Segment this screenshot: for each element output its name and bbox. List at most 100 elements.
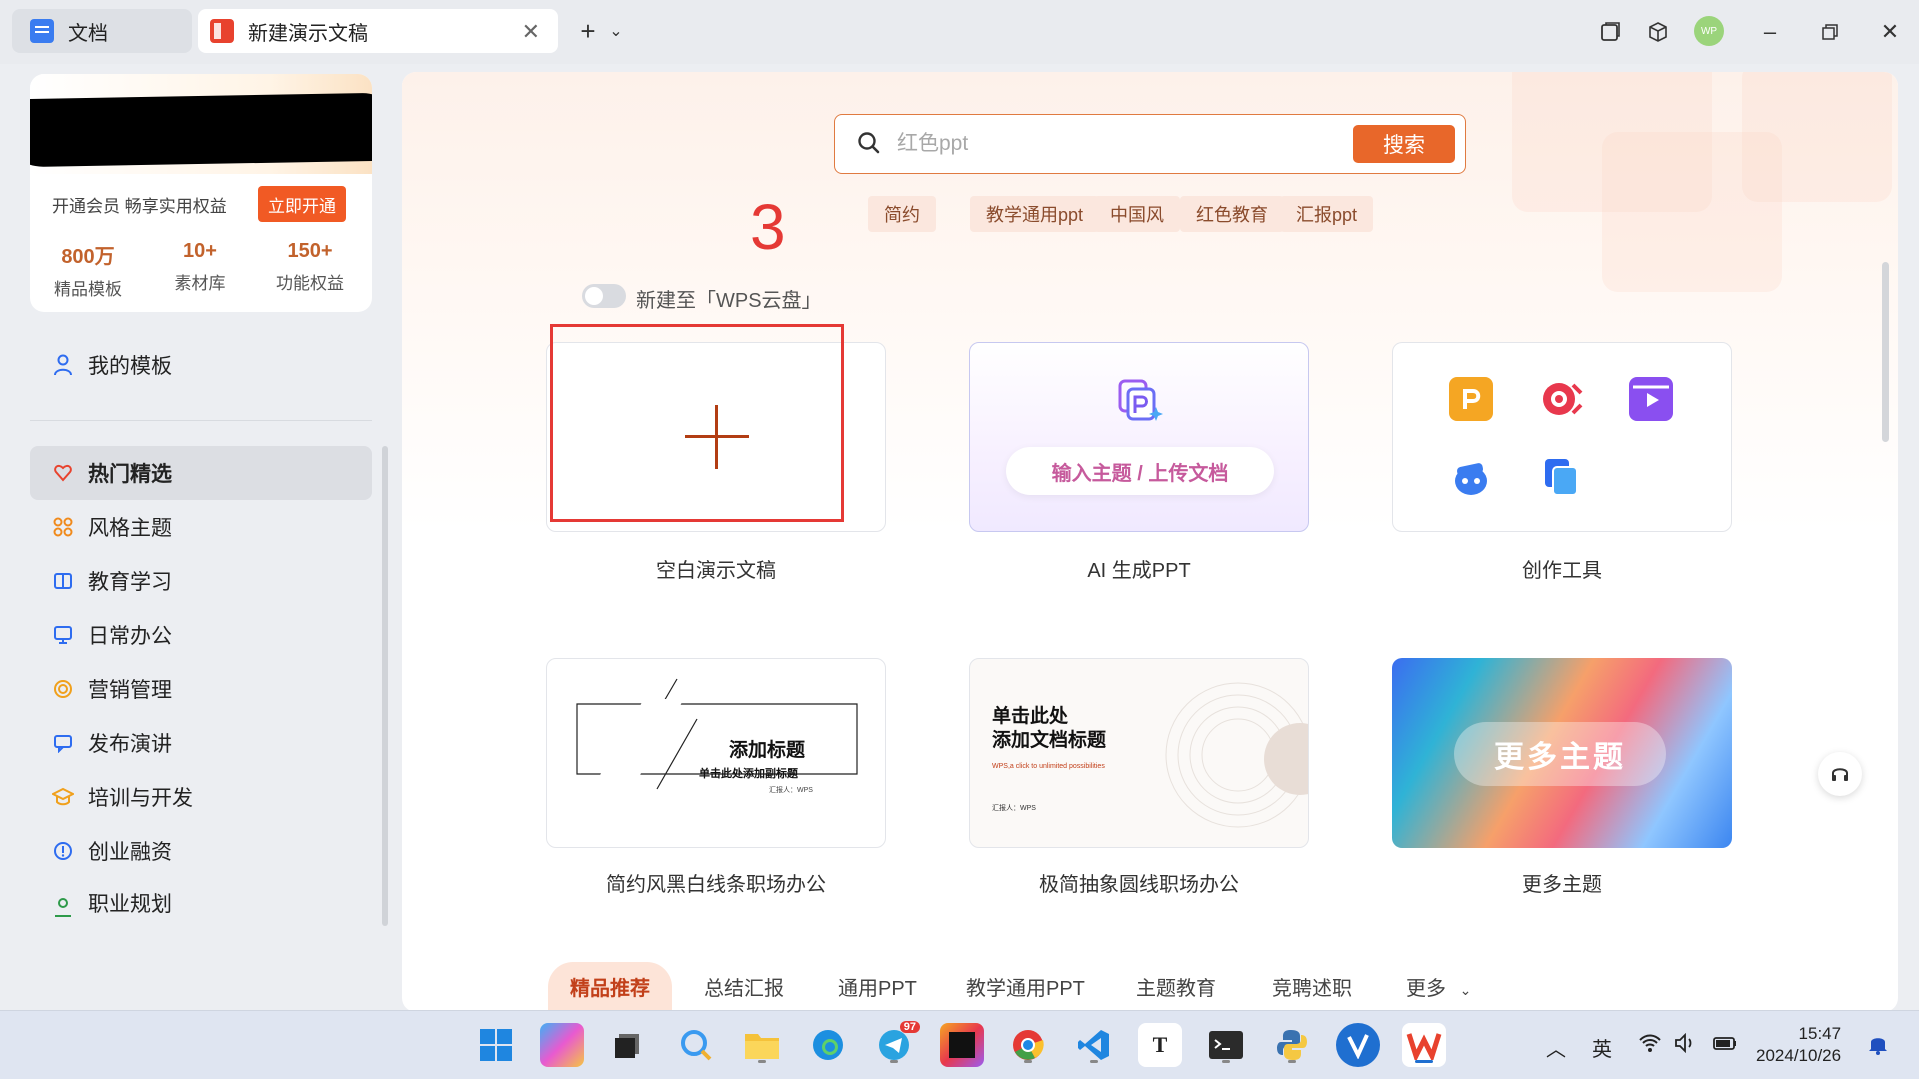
stat-number: 800万 xyxy=(61,246,115,268)
jetbrains-icon[interactable] xyxy=(940,1023,984,1067)
creation-tools-card[interactable] xyxy=(1392,342,1732,532)
windows-start-icon[interactable] xyxy=(474,1023,518,1067)
task-view-icon[interactable] xyxy=(606,1023,650,1067)
ai-ppt-icon xyxy=(1116,377,1164,425)
ime-indicator[interactable]: 英 xyxy=(1592,1033,1612,1062)
running-indicator xyxy=(890,1060,898,1063)
cloud-save-toggle[interactable] xyxy=(582,284,626,308)
heart-icon xyxy=(52,462,74,484)
stat-templates[interactable]: 800万 精品模板 xyxy=(38,240,138,300)
sidebar-item-hot[interactable]: 热门精选 xyxy=(30,446,372,500)
sidebar-item-career[interactable]: 职业规划 xyxy=(30,878,372,918)
tab-theme-education[interactable]: 主题教育 xyxy=(1136,972,1216,1001)
search-tag[interactable]: 红色教育 xyxy=(1180,196,1284,232)
template-tagline: WPS,a click to unlimited possibilities xyxy=(992,763,1105,770)
notification-badge: 97 xyxy=(899,1021,920,1033)
restore-icon[interactable] xyxy=(1814,16,1846,48)
cube-icon[interactable] xyxy=(1642,16,1674,48)
tab-job-report[interactable]: 竞聘述职 xyxy=(1272,972,1352,1001)
tab-more[interactable]: 更多 ⌄ xyxy=(1406,972,1471,1001)
redacted-user-info xyxy=(30,92,372,168)
copy-icon xyxy=(1539,455,1583,499)
my-templates-link[interactable]: 我的模板 xyxy=(52,350,172,380)
book-icon xyxy=(52,570,74,592)
python-icon[interactable] xyxy=(1270,1023,1314,1067)
sidebar-item-education[interactable]: 教育学习 xyxy=(30,554,372,608)
sidebar-item-style[interactable]: 风格主题 xyxy=(30,500,372,554)
member-promo-text: 开通会员 畅享实用权益 xyxy=(52,197,227,216)
template-card[interactable]: 添加标题 单击此处添加副标题 汇报人：WPS xyxy=(546,658,886,848)
file-explorer-icon[interactable] xyxy=(740,1023,784,1067)
more-themes-pill: 更多主题 xyxy=(1454,722,1666,786)
card-label: 简约风黑白线条职场办公 xyxy=(606,874,826,896)
tab-summary[interactable]: 总结汇报 xyxy=(704,972,784,1001)
card-label: 空白演示文稿 xyxy=(656,560,776,582)
more-themes-card[interactable]: 更多主题 xyxy=(1392,658,1732,848)
sidebar-item-speech[interactable]: 发布演讲 xyxy=(30,716,372,770)
stat-features[interactable]: 150+ 功能权益 xyxy=(260,240,360,294)
ai-generate-card[interactable]: 输入主题 / 上传文档 xyxy=(969,342,1309,532)
template-card[interactable]: 单击此处 添加文档标题 WPS,a click to unlimited pos… xyxy=(969,658,1309,848)
sidebar-item-training[interactable]: 培训与开发 xyxy=(30,770,372,824)
stat-materials[interactable]: 10+ 素材库 xyxy=(150,240,250,294)
chrome-icon[interactable] xyxy=(1006,1023,1050,1067)
search-input[interactable] xyxy=(897,129,1317,159)
card-label: 更多主题 xyxy=(1522,874,1602,896)
search-app-icon[interactable] xyxy=(674,1023,718,1067)
user-icon xyxy=(52,354,74,376)
annotation-number: 3 xyxy=(750,191,786,263)
chevron-down-icon[interactable]: ⌄ xyxy=(606,14,626,48)
ppt-tool-icon xyxy=(1449,377,1493,421)
ai-input-pill[interactable]: 输入主题 / 上传文档 xyxy=(1006,447,1274,495)
new-tab-button[interactable]: + xyxy=(572,14,604,48)
tab-new-presentation-label: 新建演示文稿 xyxy=(248,22,368,45)
headset-icon[interactable] xyxy=(1818,752,1862,796)
highlight-box xyxy=(550,324,844,522)
taskbar: 97 T ︿ 英 15:47 2024/10/26 xyxy=(0,1010,1919,1079)
card-label: 极简抽象圆线职场办公 xyxy=(1039,874,1239,896)
typora-icon[interactable]: T xyxy=(1138,1023,1182,1067)
search-tag[interactable]: 中国风 xyxy=(1094,196,1180,232)
notification-bell-icon[interactable] xyxy=(1868,1033,1888,1061)
chat-icon xyxy=(52,732,74,754)
sidebar-item-office[interactable]: 日常办公 xyxy=(30,608,372,662)
verge-icon[interactable] xyxy=(1336,1023,1380,1067)
clock[interactable]: 15:47 2024/10/26 xyxy=(1756,1023,1841,1067)
main-scrollbar[interactable] xyxy=(1882,262,1889,442)
video-icon xyxy=(1629,377,1673,421)
vscode-icon[interactable] xyxy=(1072,1023,1116,1067)
minimize-icon[interactable]: – xyxy=(1754,16,1786,48)
close-window-icon[interactable]: ✕ xyxy=(1874,16,1906,48)
search-tag[interactable]: 汇报ppt xyxy=(1280,196,1374,232)
sidebar-item-financing[interactable]: 创业融资 xyxy=(30,824,372,878)
sidebar-scrollbar[interactable] xyxy=(382,446,388,926)
search-tag[interactable]: 教学通用ppt xyxy=(970,196,1100,232)
volume-icon[interactable] xyxy=(1674,1032,1698,1059)
search-tag[interactable]: 简约 xyxy=(868,196,936,232)
tab-featured[interactable]: 精品推荐 xyxy=(570,972,650,1001)
edge-icon[interactable] xyxy=(806,1023,850,1067)
tab-general-ppt[interactable]: 通用PPT xyxy=(838,972,917,1001)
wifi-icon[interactable] xyxy=(1638,1033,1662,1059)
tab-teaching-ppt[interactable]: 教学通用PPT xyxy=(966,972,1085,1001)
tab-docs[interactable]: 文档 xyxy=(12,9,192,53)
running-indicator xyxy=(1222,1060,1230,1063)
avatar[interactable]: WP xyxy=(1694,16,1724,46)
close-tab-icon[interactable]: ✕ xyxy=(522,19,540,45)
sidebar-item-marketing[interactable]: 营销管理 xyxy=(30,662,372,716)
copilot-icon[interactable] xyxy=(540,1023,584,1067)
telegram-icon[interactable]: 97 xyxy=(872,1021,920,1067)
chevron-up-icon[interactable]: ︿ xyxy=(1546,1033,1566,1062)
stat-label: 功能权益 xyxy=(276,274,344,293)
search-icon xyxy=(857,131,881,155)
window-layout-icon[interactable] xyxy=(1594,16,1626,48)
search-box: 搜索 xyxy=(834,114,1466,174)
template-title: 添加标题 xyxy=(729,740,806,761)
search-button[interactable]: 搜索 xyxy=(1353,125,1455,163)
sidebar-item-label: 职业规划 xyxy=(88,893,172,916)
wps-icon[interactable] xyxy=(1402,1023,1446,1067)
open-membership-button[interactable]: 立即开通 xyxy=(258,186,346,222)
tab-new-presentation[interactable]: 新建演示文稿 ✕ xyxy=(198,9,558,53)
battery-icon[interactable] xyxy=(1712,1033,1738,1059)
terminal-icon[interactable] xyxy=(1204,1023,1248,1067)
